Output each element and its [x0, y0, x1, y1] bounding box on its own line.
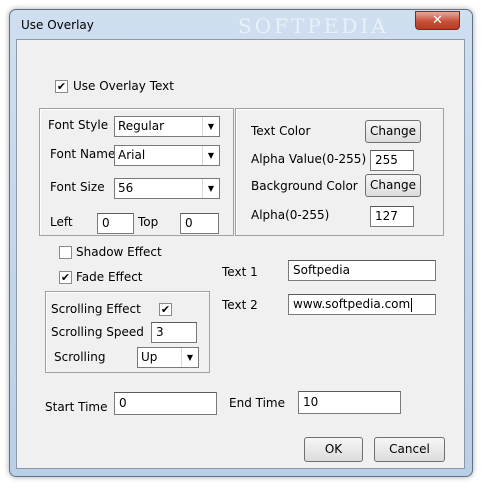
left-input[interactable]: 0	[97, 213, 134, 234]
dialog-client-area: ✔ Use Overlay Text Font Style Regular ▼ …	[16, 39, 465, 469]
scrolling-effect-checkbox[interactable]: ✔	[159, 303, 172, 316]
chevron-down-icon[interactable]: ▼	[202, 146, 219, 165]
font-name-label: Font Name	[50, 147, 116, 161]
fade-effect-label: Fade Effect	[76, 270, 143, 284]
font-style-select[interactable]: Regular ▼	[114, 116, 220, 137]
window-title: Use Overlay	[21, 18, 94, 32]
alpha-input[interactable]: 127	[370, 206, 414, 227]
text-cursor	[411, 297, 413, 312]
text1-input[interactable]: Softpedia	[288, 260, 436, 281]
softpedia-watermark: SOFTPEDIA	[238, 14, 389, 38]
top-input[interactable]: 0	[180, 213, 219, 234]
scrolling-direction-select[interactable]: Up ▼	[137, 347, 199, 368]
font-size-value: 56	[118, 181, 134, 195]
font-size-label: Font Size	[50, 180, 105, 194]
fade-effect-checkbox[interactable]: ✔	[59, 271, 72, 284]
check-icon: ✔	[60, 271, 71, 284]
background-color-label: Background Color	[251, 179, 358, 193]
left-label: Left	[50, 215, 73, 229]
use-overlay-text-checkbox[interactable]: ✔	[55, 80, 68, 93]
start-time-input[interactable]: 0	[114, 392, 217, 415]
text-color-label: Text Color	[251, 124, 311, 138]
check-icon: ✔	[160, 303, 171, 316]
text1-label: Text 1	[222, 265, 258, 279]
title-bar[interactable]: Use Overlay SOFTPEDIA ✕	[10, 10, 472, 40]
close-icon: ✕	[432, 13, 443, 28]
font-name-select[interactable]: Arial ▼	[114, 145, 220, 166]
text2-label: Text 2	[222, 298, 258, 312]
ok-button[interactable]: OK	[304, 437, 363, 462]
shadow-effect-label: Shadow Effect	[76, 245, 162, 259]
alpha-label: Alpha(0-255)	[251, 208, 330, 222]
text2-value: www.softpedia.com	[293, 297, 411, 311]
scrolling-effect-label: Scrolling Effect	[51, 302, 141, 316]
start-time-label: Start Time	[45, 400, 108, 414]
end-time-input[interactable]: 10	[298, 391, 401, 414]
font-style-label: Font Style	[48, 118, 109, 132]
top-label: Top	[138, 215, 159, 229]
font-name-value: Arial	[118, 148, 146, 162]
scrolling-direction-value: Up	[141, 350, 158, 364]
chevron-down-icon[interactable]: ▼	[202, 117, 219, 136]
chevron-down-icon[interactable]: ▼	[181, 348, 198, 367]
text2-input[interactable]: www.softpedia.com	[288, 294, 436, 315]
scrolling-direction-label: Scrolling	[54, 350, 106, 364]
font-size-select[interactable]: 56 ▼	[114, 178, 220, 199]
font-style-value: Regular	[118, 119, 165, 133]
background-color-change-button[interactable]: Change	[365, 174, 421, 197]
close-button[interactable]: ✕	[415, 11, 460, 30]
end-time-label: End Time	[229, 396, 285, 410]
scrolling-speed-label: Scrolling Speed	[51, 325, 144, 339]
alpha-value-input[interactable]: 255	[370, 150, 414, 171]
use-overlay-text-label: Use Overlay Text	[73, 79, 174, 93]
dialog-window: Use Overlay SOFTPEDIA ✕ ✔ Use Overlay Te…	[9, 9, 473, 477]
cancel-button[interactable]: Cancel	[374, 437, 445, 462]
scrolling-speed-input[interactable]: 3	[151, 322, 197, 343]
alpha-value-label: Alpha Value(0-255)	[251, 152, 367, 166]
check-icon: ✔	[56, 80, 67, 93]
chevron-down-icon[interactable]: ▼	[202, 179, 219, 198]
text-color-change-button[interactable]: Change	[365, 120, 421, 143]
shadow-effect-checkbox[interactable]	[59, 246, 72, 259]
